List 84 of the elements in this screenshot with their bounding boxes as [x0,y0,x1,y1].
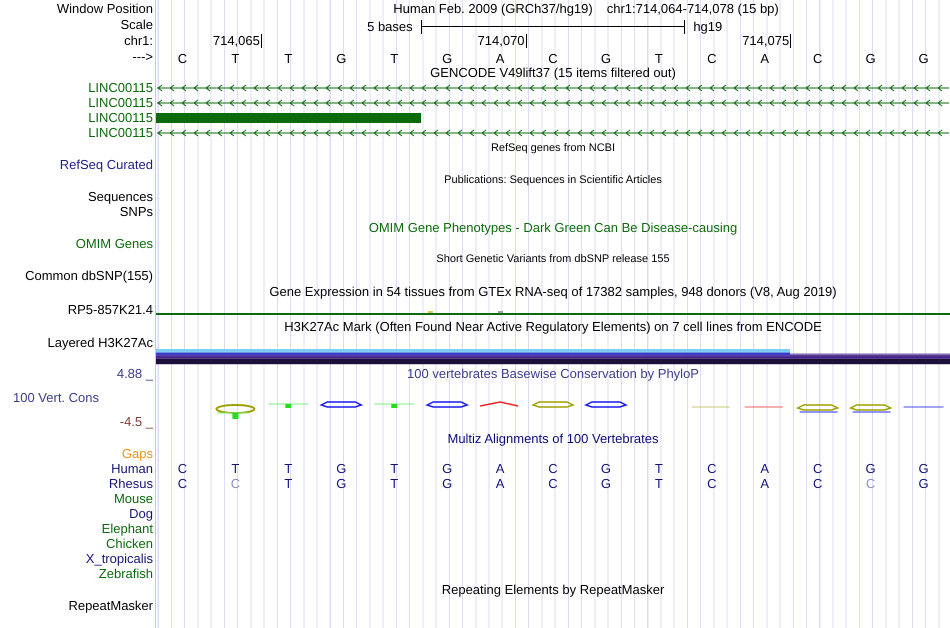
track-title: Publications: Sequences in Scientific Articles [444,173,662,188]
aligned-base: C [812,461,822,476]
aligned-base: T [284,461,292,476]
position-tick: 714,065 [212,34,262,48]
aligned-base: A [760,476,770,491]
base-letter: T [231,50,240,68]
aligned-base: G [866,461,876,476]
track-title: 100 vertebrates Basewise Conservation by PhyloP [407,365,699,384]
aligned-base: C [812,476,822,491]
track-title: Gene Expression in 54 tissues from GTEx RNA-seq of 17382 samples, 948 donors (V8, Aug 2019) [269,282,837,301]
track-label[interactable]: Common dbSNP(155) [25,268,153,283]
track-label[interactable]: Zebrafish [98,566,153,581]
base-letter: A [760,50,770,68]
aligned-base: G [918,461,929,476]
axis-max-label: 4.88 _ [116,365,153,384]
track-label[interactable]: Sequences [88,189,153,204]
ruler-label: ---> [132,48,153,66]
gene-exon-bar[interactable] [156,112,421,122]
ruler-label: Window Position [56,0,153,18]
ruler-label: chr1: [124,32,153,50]
aligned-base: A [496,476,504,491]
track-label[interactable]: LINC00115 [88,125,153,140]
aligned-base: G [336,476,346,491]
aligned-base: C [707,476,716,491]
aligned-base: G [600,461,611,476]
aligned-base: C [866,476,876,491]
track-label[interactable]: OMIM Genes [76,236,153,251]
aligned-base: G [600,476,611,491]
aligned-base: G [442,476,452,491]
genome-label: hg19 [693,19,722,34]
track-label[interactable]: X_tropicalis [86,551,153,566]
track-title: Short Genetic Variants from dbSNP release 155 [436,252,670,268]
base-letter: C [812,50,822,68]
aligned-base: G [336,461,346,476]
track-label[interactable]: Elephant [102,521,153,536]
aligned-base: T [390,476,398,491]
track-label[interactable]: Dog [129,506,153,521]
aligned-base: C [178,461,188,476]
base-letter: C [178,50,188,68]
aligned-base: C [178,476,188,491]
track-label[interactable]: Chicken [106,536,153,551]
base-letter: C [707,50,716,68]
aligned-base: T [654,461,663,476]
track-label[interactable]: RP5-857K21.4 [68,302,153,317]
aligned-base: C [230,476,240,491]
aligned-base: T [231,461,240,476]
aligned-base: C [707,461,716,476]
aligned-base: C [548,461,558,476]
track-label[interactable]: LINC00115 [88,110,153,125]
track-label[interactable]: RepeatMasker [68,598,153,613]
track-label[interactable]: LINC00115 [88,80,153,95]
base-letter: G [866,50,876,68]
track-title: H3K27Ac Mark (Often Found Near Active Regulatory Elements) on 7 cell lines from ENCODE [284,318,822,336]
aligned-base: G [918,476,929,491]
assembly-title: Human Feb. 2009 (GRCh37/hg19) [393,0,593,18]
track-label[interactable]: LINC00115 [88,95,153,110]
aligned-base: T [390,461,398,476]
position-text: chr1:714,064-714,078 (15 bp) [606,0,779,18]
aligned-base: C [548,476,558,491]
base-letter: T [390,50,398,68]
track-label[interactable]: RefSeq Curated [60,157,153,172]
aligned-base: T [284,476,292,491]
base-letter: G [918,50,929,68]
base-letter: T [284,50,292,68]
aligned-base: A [496,461,504,476]
track-label[interactable]: Mouse [114,491,153,506]
track-label[interactable]: Layered H3K27Ac [47,334,153,350]
aligned-base: A [760,461,770,476]
position-tick: 714,070 [478,34,527,48]
track-title: Multiz Alignments of 100 Vertebrates [447,430,658,448]
aligned-base: G [442,461,452,476]
track-label[interactable]: Human [111,461,153,476]
scale-text: 5 bases [367,18,413,36]
position-tick: 714,075 [742,34,792,48]
track-label[interactable]: 100 Vert. Cons [13,390,99,404]
track-label[interactable]: Rhesus [108,476,153,491]
axis-min-label: -4.5 _ [120,412,153,431]
track-title: Repeating Elements by RepeatMasker [442,580,664,599]
ruler-label: Scale [120,16,153,34]
track-title: RefSeq genes from NCBI [490,141,616,156]
aligned-base: T [654,476,663,491]
base-letter: G [336,50,346,68]
track-title: OMIM Gene Phenotypes - Dark Green Can Be Disease-causing [368,218,738,237]
track-label[interactable]: SNPs [120,204,153,219]
